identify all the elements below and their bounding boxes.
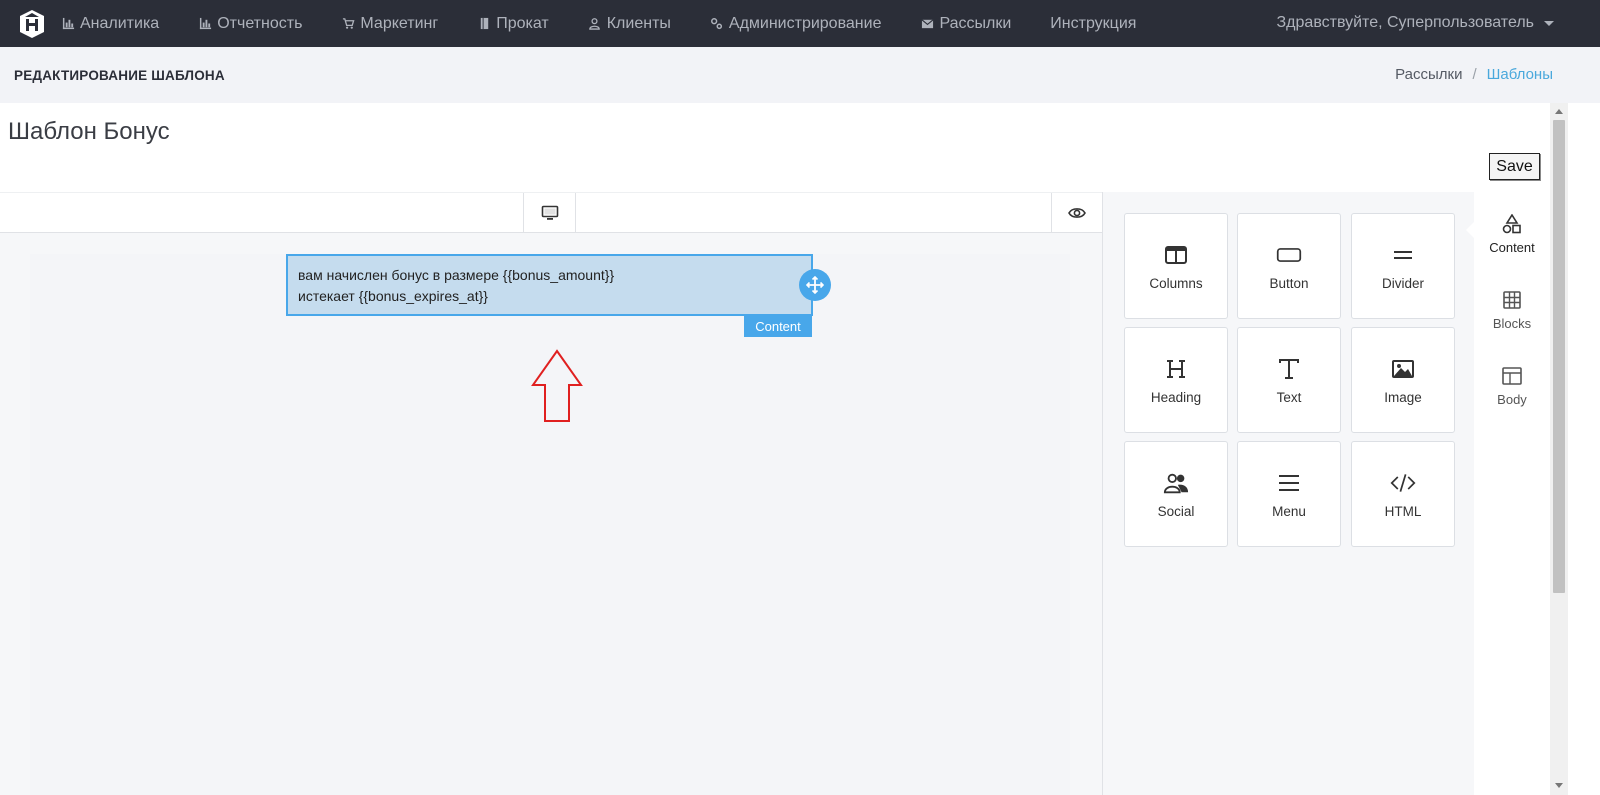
active-tab-pointer xyxy=(1466,222,1474,238)
tool-image[interactable]: Image xyxy=(1351,327,1455,433)
nav-item-reports[interactable]: Отчетность xyxy=(198,15,302,33)
scroll-down-icon[interactable] xyxy=(1555,783,1563,788)
tool-label: Button xyxy=(1269,275,1309,291)
tool-heading[interactable]: Heading xyxy=(1124,327,1228,433)
gears-icon xyxy=(710,17,724,31)
blocks-icon xyxy=(1501,289,1523,311)
tool-label: Image xyxy=(1384,389,1422,405)
tab-label: Body xyxy=(1497,392,1527,407)
tool-text[interactable]: Text xyxy=(1237,327,1341,433)
nav-label: Инструкция xyxy=(1050,14,1137,32)
tool-html[interactable]: HTML xyxy=(1351,441,1455,547)
nav-item-admin[interactable]: Администрирование xyxy=(710,14,882,33)
monitor-icon xyxy=(541,205,558,220)
tool-social[interactable]: Social xyxy=(1124,441,1228,547)
text-line: вам начислен бонус в размере {{bonus_amo… xyxy=(298,267,615,283)
side-tabs: Content Blocks Body xyxy=(1466,192,1550,795)
shapes-icon xyxy=(1501,213,1523,235)
email-body[interactable] xyxy=(30,254,1070,795)
body-layout-icon xyxy=(1501,365,1523,387)
cart-icon xyxy=(341,17,355,31)
scroll-thumb[interactable] xyxy=(1553,120,1565,593)
tab-blocks[interactable]: Blocks xyxy=(1474,275,1550,345)
user-icon xyxy=(588,17,602,31)
breadcrumb: Рассылки / Шаблоны xyxy=(1395,66,1553,83)
save-button[interactable]: Save xyxy=(1489,153,1540,180)
page-title: РЕДАКТИРОВАНИЕ ШАБЛОНА xyxy=(14,68,225,83)
tool-menu[interactable]: Menu xyxy=(1237,441,1341,547)
envelope-icon xyxy=(920,17,934,31)
tools-panel: Columns Button Divider Heading Text Imag… xyxy=(1102,192,1474,795)
nav-label: Отчетность xyxy=(217,14,303,32)
selected-block-tag: Content xyxy=(744,315,812,337)
image-icon xyxy=(1390,356,1416,382)
tab-body[interactable]: Body xyxy=(1474,351,1550,421)
tab-label: Content xyxy=(1489,240,1535,255)
button-icon xyxy=(1276,242,1302,268)
nav-label: Аналитика xyxy=(80,14,160,32)
columns-icon xyxy=(1163,242,1189,268)
email-editor: вам начислен бонус в размере {{bonus_amo… xyxy=(0,192,1550,795)
divider-icon xyxy=(1390,242,1416,268)
breadcrumb-separator: / xyxy=(1472,66,1477,83)
annotation-arrow-icon xyxy=(531,349,583,422)
nav-label: Маркетинг xyxy=(360,14,439,32)
move-handle[interactable] xyxy=(799,269,831,301)
tool-label: Social xyxy=(1157,503,1195,519)
nav-item-mailings[interactable]: Рассылки xyxy=(920,15,1011,33)
move-icon xyxy=(806,276,824,294)
tool-label: Divider xyxy=(1381,275,1424,291)
book-icon xyxy=(477,17,491,31)
tool-label: Heading xyxy=(1150,389,1202,405)
tool-label: Text xyxy=(1276,389,1302,405)
tool-label: Menu xyxy=(1272,503,1306,519)
scroll-up-icon[interactable] xyxy=(1555,109,1563,114)
breadcrumb-item-mailings[interactable]: Рассылки xyxy=(1395,66,1462,83)
nav-item-rental[interactable]: Прокат xyxy=(477,15,549,33)
page-scrollbar[interactable] xyxy=(1550,103,1568,795)
code-icon xyxy=(1390,470,1416,496)
nav-item-clients[interactable]: Клиенты xyxy=(588,15,671,33)
eye-icon xyxy=(1068,208,1086,218)
chevron-down-icon xyxy=(1544,20,1554,26)
top-navbar: Аналитика Отчетность Маркетинг Прокат Кл… xyxy=(0,0,1600,47)
greeting-text: Здравствуйте, Суперпользователь xyxy=(1276,14,1534,31)
tab-content[interactable]: Content xyxy=(1474,199,1550,269)
text-line: истекает {{bonus_expires_at}} xyxy=(298,288,488,304)
selected-text-block[interactable]: вам начислен бонус в размере {{bonus_amo… xyxy=(286,254,813,316)
tool-label: HTML xyxy=(1384,503,1422,519)
nav-item-analytics[interactable]: Аналитика xyxy=(61,15,159,33)
nav-item-instructions[interactable]: Инструкция xyxy=(1050,15,1136,33)
nav-label: Рассылки xyxy=(939,14,1012,32)
preview-button[interactable] xyxy=(1051,193,1102,233)
tool-label: Columns xyxy=(1149,275,1203,291)
bar-chart-icon xyxy=(61,17,75,31)
nav-label: Клиенты xyxy=(606,14,671,32)
template-name: Шаблон Бонус xyxy=(8,118,170,145)
tool-divider[interactable]: Divider xyxy=(1351,213,1455,319)
tool-columns[interactable]: Columns xyxy=(1124,213,1228,319)
nav-item-marketing[interactable]: Маркетинг xyxy=(341,15,438,33)
social-icon xyxy=(1163,470,1189,496)
desktop-view-button[interactable] xyxy=(523,193,576,233)
breadcrumb-item-templates[interactable]: Шаблоны xyxy=(1487,66,1553,83)
nav-label: Администрирование xyxy=(728,14,882,32)
nav-label: Прокат xyxy=(496,14,549,32)
text-icon xyxy=(1276,356,1302,382)
menu-icon xyxy=(1276,470,1302,496)
tab-label: Blocks xyxy=(1492,316,1532,331)
user-menu[interactable]: Здравствуйте, Суперпользователь xyxy=(1277,14,1554,32)
tool-button[interactable]: Button xyxy=(1237,213,1341,319)
editor-canvas: вам начислен бонус в размере {{bonus_amo… xyxy=(0,233,1102,795)
page-header: РЕДАКТИРОВАНИЕ ШАБЛОНА Рассылки / Шаблон… xyxy=(0,47,1600,103)
editor-toolbar xyxy=(0,192,1102,233)
heading-icon xyxy=(1163,356,1189,382)
bar-chart-icon xyxy=(198,17,212,31)
logo-icon[interactable] xyxy=(19,9,45,39)
